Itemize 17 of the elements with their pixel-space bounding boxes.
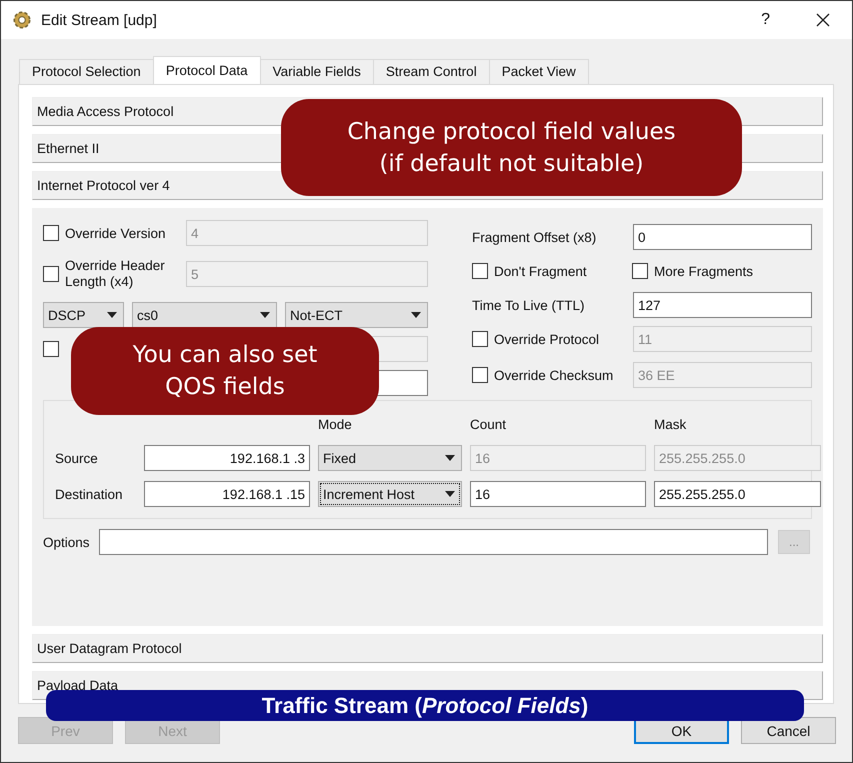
callout-tooltip: Change protocol field values (if default not suitable) — [281, 99, 742, 196]
field-label: Source — [55, 450, 99, 466]
checkbox-label: Override Header Length (x4) — [65, 258, 166, 290]
checkbox-label: Override Checksum — [494, 368, 614, 382]
field-label: Destination — [55, 486, 124, 502]
callout-tooltip: You can also set QOS fields — [71, 327, 379, 415]
column-header: Mask — [654, 417, 688, 434]
checkbox-label: Override Version — [65, 226, 167, 240]
checkbox-label: Override Protocol — [494, 332, 600, 346]
field-label: Time To Live (TTL) — [472, 298, 586, 312]
column-header: Mode — [318, 417, 353, 434]
field-label: Options — [43, 534, 91, 550]
column-header: Count — [470, 417, 508, 434]
field-label: Fragment Offset (x8) — [472, 230, 598, 244]
checkbox-label: More Fragments — [654, 264, 754, 278]
checkbox-label: Don't Fragment — [494, 264, 587, 278]
window-title: Edit Stream [udp] — [41, 12, 158, 28]
